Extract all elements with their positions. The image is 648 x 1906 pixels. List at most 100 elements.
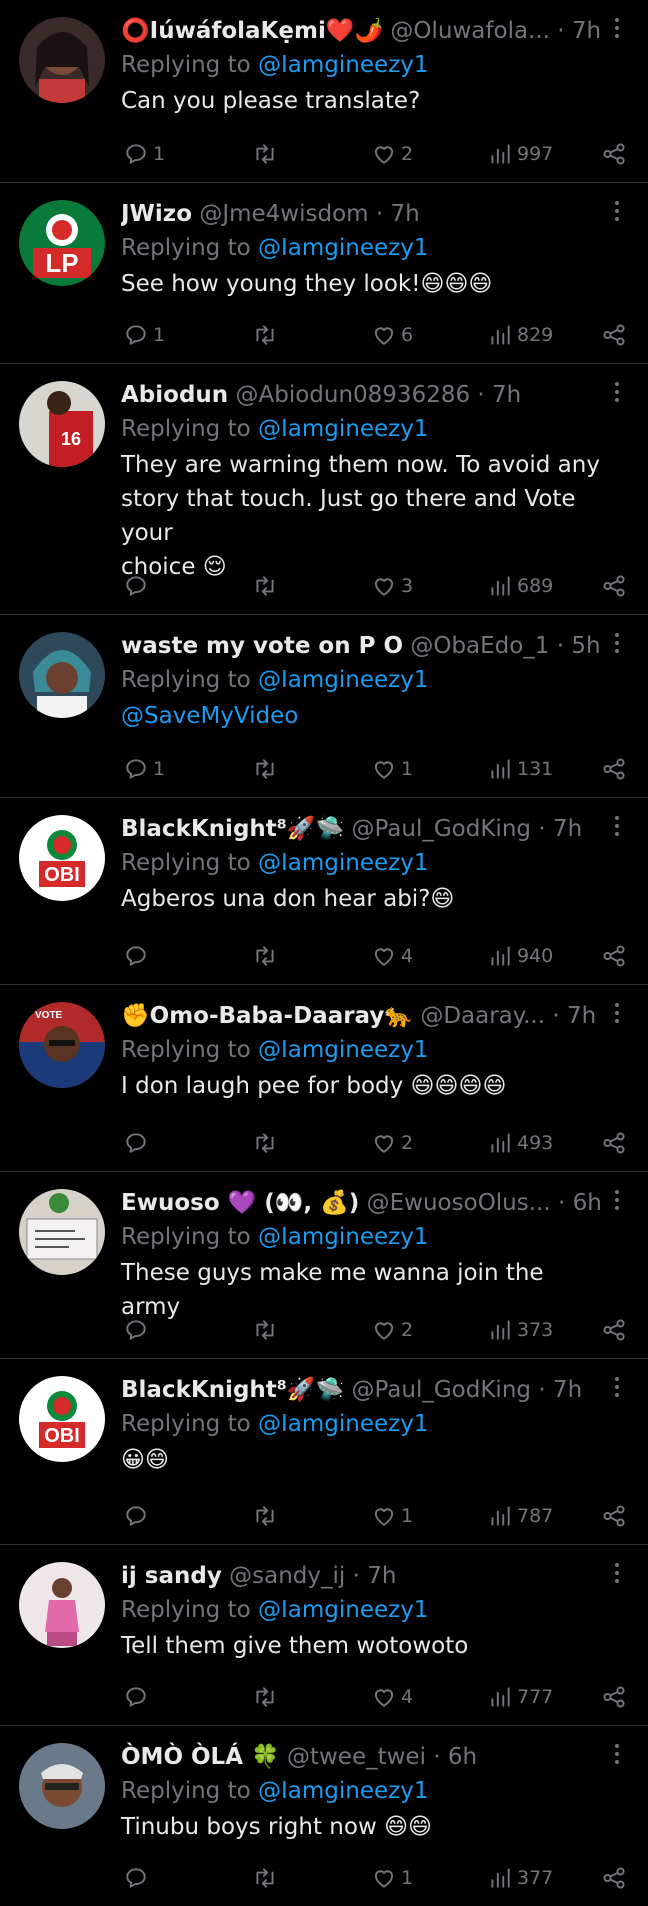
reply-button[interactable] — [123, 1683, 153, 1711]
share-button[interactable] — [601, 1129, 627, 1157]
more-options-icon[interactable] — [608, 629, 626, 657]
retweet-button[interactable] — [252, 755, 282, 783]
like-button[interactable]: 6 — [371, 321, 413, 349]
tweet-text-mention-link[interactable]: @SaveMyVideo — [121, 699, 606, 733]
handle[interactable]: @Oluwafola... — [390, 18, 550, 44]
tweet[interactable]: ij sandy @sandy_ij · 7h Replying to @Iam… — [0, 1545, 648, 1726]
timestamp[interactable]: · 7h — [477, 382, 521, 408]
views-button[interactable]: 373 — [487, 1316, 553, 1344]
timestamp[interactable]: · 7h — [557, 18, 601, 44]
share-button[interactable] — [601, 1683, 627, 1711]
display-name[interactable]: ÒMÒ ÒLÁ 🍀 — [121, 1744, 280, 1770]
avatar[interactable] — [19, 632, 105, 718]
timestamp[interactable]: · 6h — [433, 1744, 477, 1770]
avatar[interactable] — [19, 17, 105, 103]
avatar[interactable] — [19, 1743, 105, 1829]
share-button[interactable] — [601, 321, 627, 349]
retweet-button[interactable] — [252, 1316, 282, 1344]
views-button[interactable]: 940 — [487, 942, 553, 970]
more-options-icon[interactable] — [608, 999, 626, 1027]
timestamp[interactable]: · 5h — [557, 633, 601, 659]
avatar[interactable]: LP — [19, 200, 105, 286]
tweet[interactable]: OBI BlackKnight⁸🚀🛸 @Paul_GodKing · 7h Re… — [0, 798, 648, 985]
tweet[interactable]: VOTE ✊Omo-Baba-Daaray🐆 @Daaray... · 7h R… — [0, 985, 648, 1172]
like-button[interactable]: 4 — [371, 942, 413, 970]
reply-button[interactable] — [123, 1129, 153, 1157]
more-options-icon[interactable] — [608, 14, 626, 42]
views-button[interactable]: 997 — [487, 140, 553, 168]
display-name[interactable]: ij sandy — [121, 1563, 222, 1589]
like-button[interactable]: 1 — [371, 755, 413, 783]
like-button[interactable]: 2 — [371, 1316, 413, 1344]
mention-link[interactable]: @Iamgineezy1 — [258, 667, 428, 693]
timestamp[interactable]: · 7h — [376, 201, 420, 227]
handle[interactable]: @Jme4wisdom — [199, 201, 368, 227]
share-button[interactable] — [601, 1316, 627, 1344]
handle[interactable]: @Paul_GodKing — [351, 1377, 531, 1403]
display-name[interactable]: Ewuoso 💜 (👀, 💰) — [121, 1190, 359, 1216]
mention-link[interactable]: @Iamgineezy1 — [258, 1778, 428, 1804]
views-button[interactable]: 377 — [487, 1864, 553, 1892]
views-button[interactable]: 689 — [487, 572, 553, 600]
more-options-icon[interactable] — [608, 812, 626, 840]
display-name[interactable]: ⭕IúwáfolaKẹmi❤️🌶️ — [121, 18, 383, 44]
like-button[interactable]: 2 — [371, 1129, 413, 1157]
mention-link[interactable]: @Iamgineezy1 — [258, 1037, 428, 1063]
tweet[interactable]: LP JWizo @Jme4wisdom · 7h Replying to @I… — [0, 183, 648, 364]
more-options-icon[interactable] — [608, 1559, 626, 1587]
reply-button[interactable] — [123, 1502, 153, 1530]
retweet-button[interactable] — [252, 1683, 282, 1711]
views-button[interactable]: 131 — [487, 755, 553, 783]
mention-link[interactable]: @Iamgineezy1 — [258, 235, 428, 261]
timestamp[interactable]: · 6h — [558, 1190, 602, 1216]
reply-button[interactable] — [123, 1316, 153, 1344]
reply-button[interactable]: 1 — [123, 755, 165, 783]
avatar[interactable]: OBI — [19, 815, 105, 901]
handle[interactable]: @twee_twei — [287, 1744, 426, 1770]
like-button[interactable]: 1 — [371, 1502, 413, 1530]
more-options-icon[interactable] — [608, 1373, 626, 1401]
avatar[interactable] — [19, 1189, 105, 1275]
views-button[interactable]: 829 — [487, 321, 553, 349]
handle[interactable]: @Abiodun08936286 — [235, 382, 470, 408]
display-name[interactable]: Abiodun — [121, 382, 228, 408]
avatar[interactable]: 16 — [19, 381, 105, 467]
handle[interactable]: @Paul_GodKing — [351, 816, 531, 842]
retweet-button[interactable] — [252, 572, 282, 600]
views-button[interactable]: 777 — [487, 1683, 553, 1711]
handle[interactable]: @Daaray... — [420, 1003, 545, 1029]
display-name[interactable]: BlackKnight⁸🚀🛸 — [121, 816, 344, 842]
retweet-button[interactable] — [252, 942, 282, 970]
share-button[interactable] — [601, 942, 627, 970]
retweet-button[interactable] — [252, 321, 282, 349]
handle[interactable]: @EwuosoOlus... — [367, 1190, 551, 1216]
mention-link[interactable]: @Iamgineezy1 — [258, 52, 428, 78]
display-name[interactable]: BlackKnight⁸🚀🛸 — [121, 1377, 344, 1403]
timestamp[interactable]: · 7h — [538, 816, 582, 842]
tweet[interactable]: waste my vote on P O @ObaEdo_1 · 5h Repl… — [0, 615, 648, 798]
mention-link[interactable]: @Iamgineezy1 — [258, 1411, 428, 1437]
share-button[interactable] — [601, 1502, 627, 1530]
retweet-button[interactable] — [252, 140, 282, 168]
handle[interactable]: @ObaEdo_1 — [410, 633, 549, 659]
retweet-button[interactable] — [252, 1864, 282, 1892]
tweet[interactable]: ⭕IúwáfolaKẹmi❤️🌶️ @Oluwafola... · 7h Rep… — [0, 0, 648, 183]
share-button[interactable] — [601, 755, 627, 783]
like-button[interactable]: 1 — [371, 1864, 413, 1892]
reply-button[interactable] — [123, 1864, 153, 1892]
timestamp[interactable]: · 7h — [538, 1377, 582, 1403]
tweet[interactable]: Ewuoso 💜 (👀, 💰) @EwuosoOlus... · 6h Repl… — [0, 1172, 648, 1359]
timestamp[interactable]: · 7h — [353, 1563, 397, 1589]
display-name[interactable]: waste my vote on P O — [121, 633, 403, 659]
avatar[interactable]: OBI — [19, 1376, 105, 1462]
tweet[interactable]: OBI BlackKnight⁸🚀🛸 @Paul_GodKing · 7h Re… — [0, 1359, 648, 1545]
display-name[interactable]: ✊Omo-Baba-Daaray🐆 — [121, 1003, 413, 1029]
tweet[interactable]: 16 Abiodun @Abiodun08936286 · 7h Replyin… — [0, 364, 648, 615]
retweet-button[interactable] — [252, 1502, 282, 1530]
like-button[interactable]: 4 — [371, 1683, 413, 1711]
display-name[interactable]: JWizo — [121, 201, 192, 227]
share-button[interactable] — [601, 1864, 627, 1892]
like-button[interactable]: 2 — [371, 140, 413, 168]
more-options-icon[interactable] — [608, 1740, 626, 1768]
mention-link[interactable]: @Iamgineezy1 — [258, 1224, 428, 1250]
